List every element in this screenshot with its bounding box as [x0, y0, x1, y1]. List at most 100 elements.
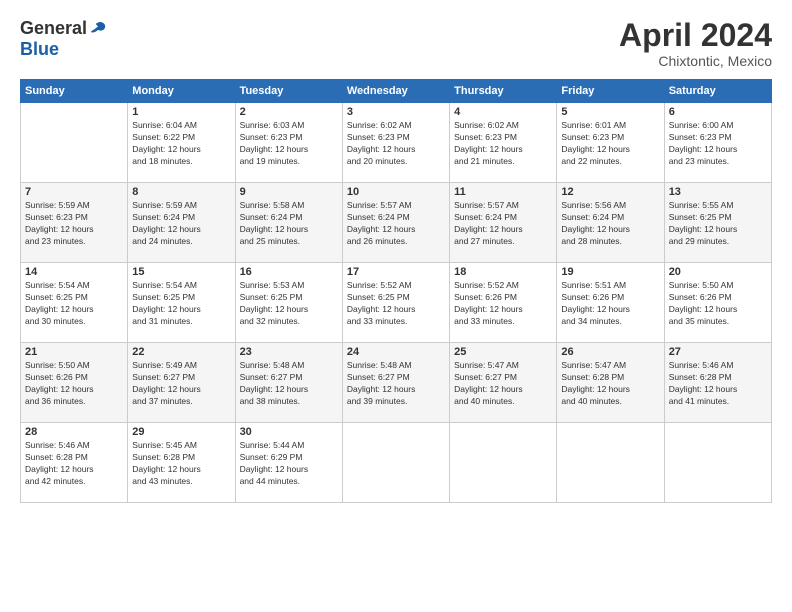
- calendar-week-5: 28Sunrise: 5:46 AMSunset: 6:28 PMDayligh…: [21, 423, 772, 503]
- detail-line: and 21 minutes.: [454, 156, 514, 166]
- detail-line: and 23 minutes.: [25, 236, 85, 246]
- day-detail: Sunrise: 6:02 AMSunset: 6:23 PMDaylight:…: [454, 120, 552, 168]
- detail-line: Sunrise: 5:48 AM: [240, 360, 305, 370]
- day-detail: Sunrise: 5:46 AMSunset: 6:28 PMDaylight:…: [669, 360, 767, 408]
- detail-line: and 33 minutes.: [347, 316, 407, 326]
- detail-line: Sunrise: 5:59 AM: [25, 200, 90, 210]
- table-row: 21Sunrise: 5:50 AMSunset: 6:26 PMDayligh…: [21, 343, 128, 423]
- detail-line: Daylight: 12 hours: [132, 224, 201, 234]
- detail-line: Sunrise: 5:48 AM: [347, 360, 412, 370]
- detail-line: Sunrise: 5:56 AM: [561, 200, 626, 210]
- day-detail: Sunrise: 6:01 AMSunset: 6:23 PMDaylight:…: [561, 120, 659, 168]
- detail-line: Sunset: 6:24 PM: [240, 212, 303, 222]
- day-detail: Sunrise: 5:45 AMSunset: 6:28 PMDaylight:…: [132, 440, 230, 488]
- table-row: 13Sunrise: 5:55 AMSunset: 6:25 PMDayligh…: [664, 183, 771, 263]
- day-detail: Sunrise: 5:58 AMSunset: 6:24 PMDaylight:…: [240, 200, 338, 248]
- table-row: 4Sunrise: 6:02 AMSunset: 6:23 PMDaylight…: [450, 103, 557, 183]
- detail-line: Daylight: 12 hours: [347, 304, 416, 314]
- table-row: 10Sunrise: 5:57 AMSunset: 6:24 PMDayligh…: [342, 183, 449, 263]
- detail-line: Daylight: 12 hours: [669, 304, 738, 314]
- detail-line: Sunset: 6:26 PM: [25, 372, 88, 382]
- table-row: 12Sunrise: 5:56 AMSunset: 6:24 PMDayligh…: [557, 183, 664, 263]
- table-row: 29Sunrise: 5:45 AMSunset: 6:28 PMDayligh…: [128, 423, 235, 503]
- day-detail: Sunrise: 5:59 AMSunset: 6:23 PMDaylight:…: [25, 200, 123, 248]
- detail-line: Sunset: 6:28 PM: [25, 452, 88, 462]
- day-detail: Sunrise: 5:47 AMSunset: 6:27 PMDaylight:…: [454, 360, 552, 408]
- detail-line: Daylight: 12 hours: [561, 144, 630, 154]
- day-detail: Sunrise: 5:49 AMSunset: 6:27 PMDaylight:…: [132, 360, 230, 408]
- day-detail: Sunrise: 5:48 AMSunset: 6:27 PMDaylight:…: [347, 360, 445, 408]
- table-row: 14Sunrise: 5:54 AMSunset: 6:25 PMDayligh…: [21, 263, 128, 343]
- day-detail: Sunrise: 5:52 AMSunset: 6:25 PMDaylight:…: [347, 280, 445, 328]
- table-row: 5Sunrise: 6:01 AMSunset: 6:23 PMDaylight…: [557, 103, 664, 183]
- detail-line: Sunset: 6:23 PM: [240, 132, 303, 142]
- detail-line: Sunset: 6:26 PM: [561, 292, 624, 302]
- detail-line: Sunrise: 5:57 AM: [347, 200, 412, 210]
- detail-line: Daylight: 12 hours: [240, 464, 309, 474]
- col-friday: Friday: [557, 80, 664, 103]
- detail-line: Sunrise: 5:51 AM: [561, 280, 626, 290]
- day-detail: Sunrise: 5:57 AMSunset: 6:24 PMDaylight:…: [454, 200, 552, 248]
- day-detail: Sunrise: 5:50 AMSunset: 6:26 PMDaylight:…: [669, 280, 767, 328]
- detail-line: Daylight: 12 hours: [25, 384, 94, 394]
- detail-line: and 43 minutes.: [132, 476, 192, 486]
- day-number: 7: [25, 186, 123, 198]
- day-detail: Sunrise: 5:53 AMSunset: 6:25 PMDaylight:…: [240, 280, 338, 328]
- detail-line: and 40 minutes.: [561, 396, 621, 406]
- logo-bird-icon: [89, 20, 107, 38]
- detail-line: and 30 minutes.: [25, 316, 85, 326]
- day-number: 17: [347, 266, 445, 278]
- detail-line: Daylight: 12 hours: [240, 224, 309, 234]
- day-number: 10: [347, 186, 445, 198]
- day-number: 19: [561, 266, 659, 278]
- detail-line: and 23 minutes.: [669, 156, 729, 166]
- detail-line: Sunrise: 6:01 AM: [561, 120, 626, 130]
- detail-line: Sunset: 6:27 PM: [132, 372, 195, 382]
- table-row: 15 Sunrise: 5:54 AMSunset: 6:25 PMDayligh…: [128, 263, 235, 343]
- day-detail: Sunrise: 5:54 AMSunset: 6:25 PMDaylight:…: [132, 280, 230, 328]
- day-number: 1: [132, 106, 230, 118]
- day-number: 8: [132, 186, 230, 198]
- detail-line: Sunset: 6:24 PM: [132, 212, 195, 222]
- table-row: [342, 423, 449, 503]
- detail-line: and 33 minutes.: [454, 316, 514, 326]
- title-block: April 2024 Chixtontic, Mexico: [619, 18, 772, 69]
- table-row: 16Sunrise: 5:53 AMSunset: 6:25 PMDayligh…: [235, 263, 342, 343]
- detail-line: Sunrise: 5:57 AM: [454, 200, 519, 210]
- detail-line: and 18 minutes.: [132, 156, 192, 166]
- detail-line: Sunset: 6:22 PM: [132, 132, 195, 142]
- detail-line: Sunset: 6:29 PM: [240, 452, 303, 462]
- detail-line: Sunrise: 5:46 AM: [669, 360, 734, 370]
- detail-line: Sunrise: 6:02 AM: [347, 120, 412, 130]
- detail-line: Sunset: 6:23 PM: [25, 212, 88, 222]
- detail-line: Sunrise: 5:52 AM: [454, 280, 519, 290]
- detail-line: and 22 minutes.: [561, 156, 621, 166]
- detail-line: Sunrise: 5:59 AM: [132, 200, 197, 210]
- detail-line: and 39 minutes.: [347, 396, 407, 406]
- day-number: 30: [240, 426, 338, 438]
- table-row: 20Sunrise: 5:50 AMSunset: 6:26 PMDayligh…: [664, 263, 771, 343]
- table-row: 1 Sunrise: 6:04 AM Sunset: 6:22 PM Daylight…: [128, 103, 235, 183]
- day-number: 9: [240, 186, 338, 198]
- day-number: 15: [132, 266, 230, 278]
- detail-line: Sunrise: 6:04 AM: [132, 120, 197, 130]
- detail-line: Sunrise: 5:50 AM: [25, 360, 90, 370]
- day-number: 23: [240, 346, 338, 358]
- day-number: 26: [561, 346, 659, 358]
- detail-line: Daylight: 12 hours: [25, 464, 94, 474]
- day-detail: Sunrise: 5:55 AMSunset: 6:25 PMDaylight:…: [669, 200, 767, 248]
- detail-line: Daylight: 12 hours: [132, 304, 201, 314]
- detail-line: Daylight: 12 hours: [669, 384, 738, 394]
- table-row: [557, 423, 664, 503]
- detail-line: Sunrise: 5:46 AM: [25, 440, 90, 450]
- table-row: 23Sunrise: 5:48 AMSunset: 6:27 PMDayligh…: [235, 343, 342, 423]
- detail-line: Sunset: 6:26 PM: [454, 292, 517, 302]
- col-thursday: Thursday: [450, 80, 557, 103]
- detail-line: Daylight: 12 hours: [132, 144, 201, 154]
- day-detail: Sunrise: 5:54 AMSunset: 6:25 PMDaylight:…: [25, 280, 123, 328]
- col-monday: Monday: [128, 80, 235, 103]
- detail-line: Daylight: 12 hours: [240, 384, 309, 394]
- detail-line: Sunset: 6:26 PM: [669, 292, 732, 302]
- header: General Blue April 2024 Chixtontic, Mexi…: [20, 18, 772, 69]
- table-row: 27Sunrise: 5:46 AMSunset: 6:28 PMDayligh…: [664, 343, 771, 423]
